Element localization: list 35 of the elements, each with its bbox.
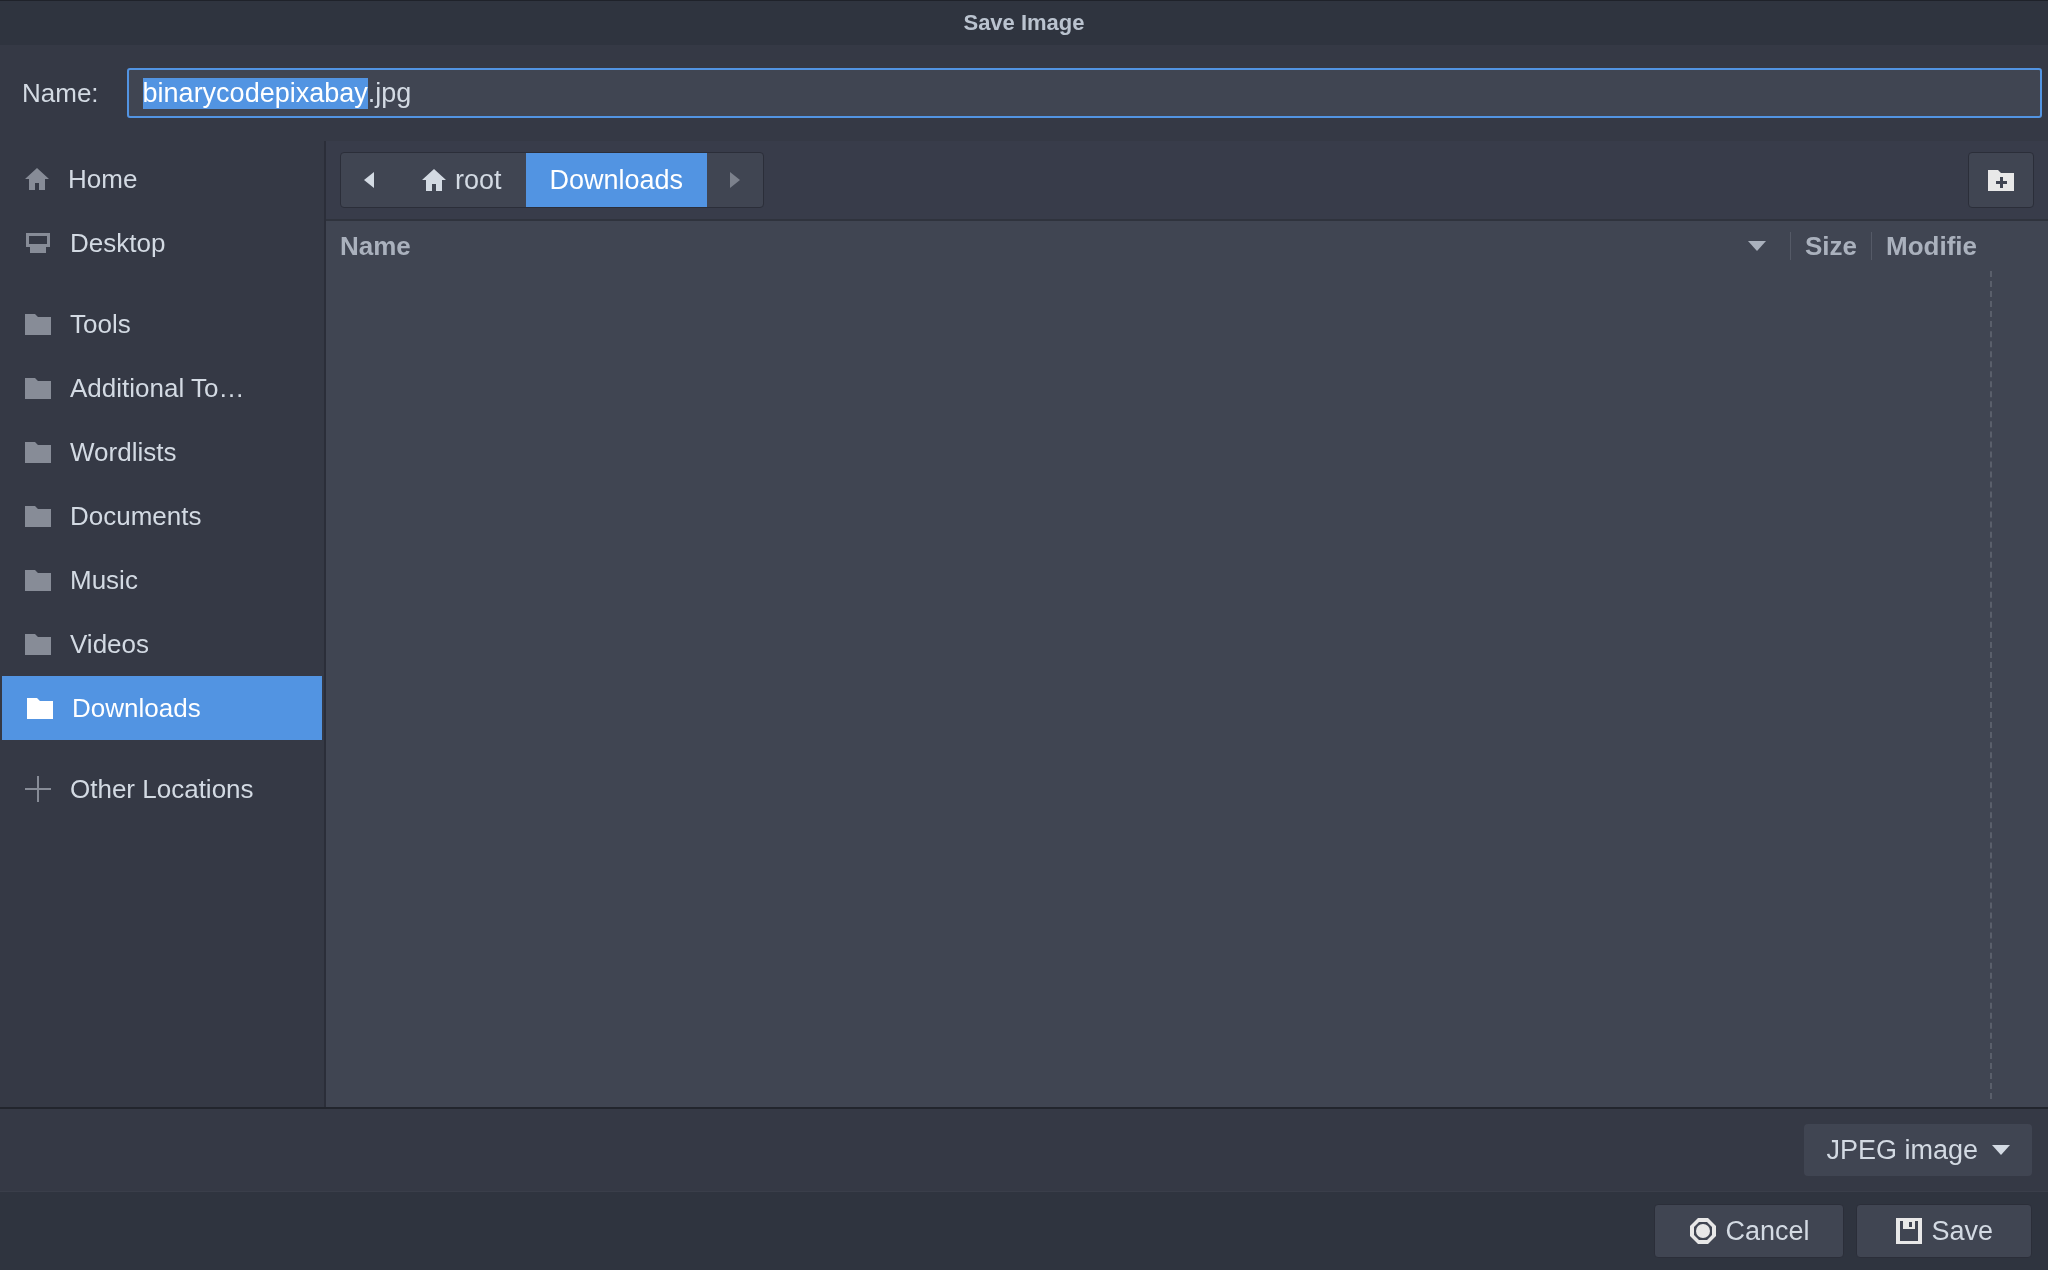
- save-button[interactable]: Save: [1856, 1204, 2032, 1258]
- cancel-button[interactable]: Cancel: [1654, 1204, 1845, 1258]
- folder-icon: [24, 504, 52, 528]
- caret-icon: [1992, 1145, 2010, 1155]
- folder-icon: [24, 376, 52, 400]
- left-arrow-icon: [363, 171, 375, 189]
- right-arrow-icon: [729, 171, 742, 189]
- new-folder-button[interactable]: [1968, 152, 2034, 208]
- sidebar-item[interactable]: Wordlists: [0, 420, 324, 484]
- sidebar-item[interactable]: Music: [0, 548, 324, 612]
- folder-icon: [24, 568, 52, 592]
- column-header[interactable]: Name: [340, 230, 1790, 262]
- folder-icon: [24, 440, 52, 464]
- window-title: Save Image: [963, 10, 1085, 36]
- sidebar-item[interactable]: Other Locations: [0, 757, 324, 821]
- name-label: Name:: [22, 77, 99, 109]
- desktop-icon: [24, 231, 52, 255]
- home-icon: [24, 167, 50, 191]
- sidebar-item[interactable]: Desktop: [0, 211, 324, 275]
- folder-icon: [24, 312, 52, 336]
- sidebar-item[interactable]: Home: [0, 147, 324, 211]
- column-header[interactable]: Size: [1789, 232, 1871, 260]
- sidebar-item[interactable]: Documents: [0, 484, 324, 548]
- stop-icon: [1689, 1217, 1718, 1245]
- sidebar-item[interactable]: Additional To…: [0, 356, 324, 420]
- column-header[interactable]: Modifie: [1871, 232, 1990, 260]
- folder-icon: [26, 696, 54, 720]
- folder-icon: [24, 632, 52, 656]
- sidebar-item[interactable]: Tools: [0, 292, 324, 356]
- plus-icon: [24, 775, 52, 803]
- home-icon: [421, 168, 447, 192]
- sidebar-item[interactable]: Videos: [0, 612, 324, 676]
- file-type-dropdown[interactable]: JPEG image: [1804, 1124, 2032, 1176]
- path-segment[interactable]: root: [397, 153, 526, 207]
- folder-plus-icon: [1987, 168, 2015, 192]
